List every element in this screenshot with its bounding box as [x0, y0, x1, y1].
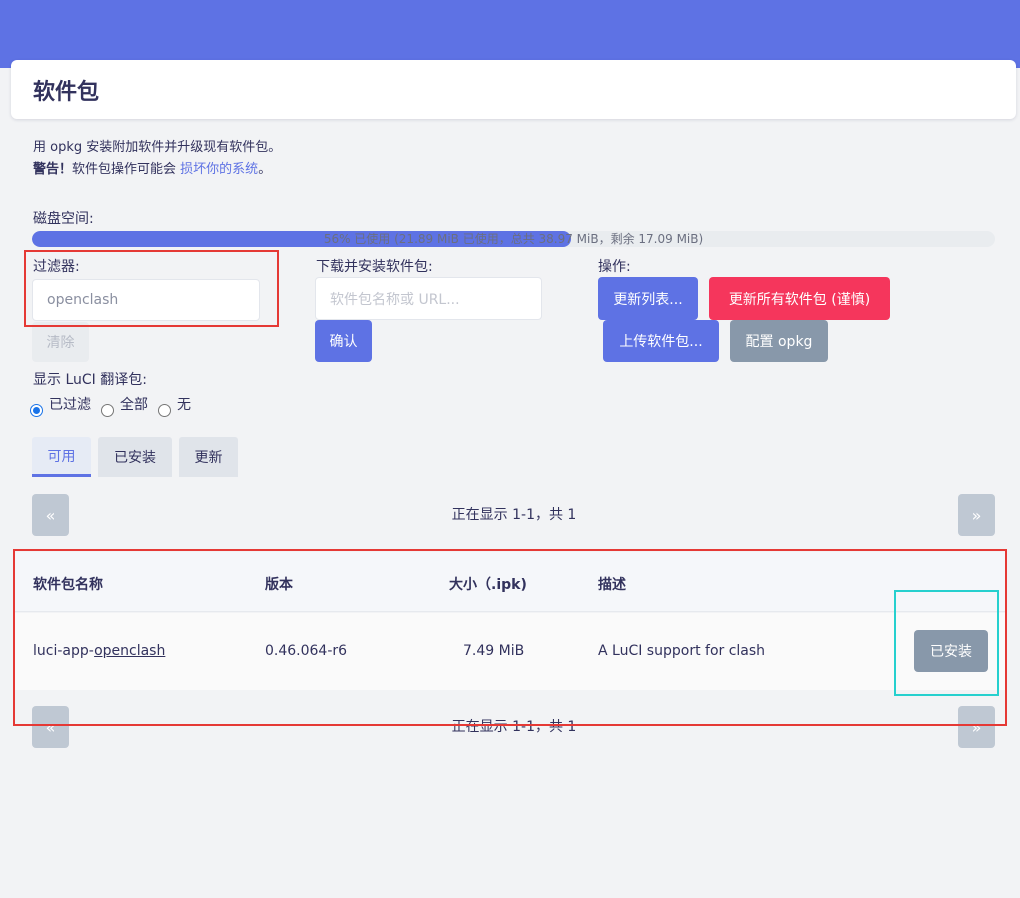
- pager-status-bottom: 正在显示 1-1，共 1: [451, 719, 577, 735]
- warning-suffix: 。: [258, 162, 272, 177]
- radio-all-label: 全部: [120, 396, 148, 413]
- pager-prev-button-top[interactable]: «: [32, 494, 69, 536]
- disk-usage-bar: 56% 已使用 (21.89 MiB 已使用，总共 38.97 MiB，剩余 1…: [32, 231, 995, 247]
- table-header: 软件包名称 版本 大小（.ipk) 描述: [14, 552, 1006, 612]
- confirm-install-button[interactable]: 确认: [315, 320, 372, 362]
- warning-line: 警告！软件包操作可能会 损坏你的系统。: [33, 159, 281, 181]
- warning-text: 软件包操作可能会: [72, 162, 177, 177]
- package-name: luci-app-openclash: [33, 643, 165, 659]
- upgrade-all-button[interactable]: 更新所有软件包 (谨慎): [709, 277, 890, 320]
- pager-status-top: 正在显示 1-1，共 1: [451, 507, 577, 523]
- update-list-button[interactable]: 更新列表...: [598, 277, 698, 320]
- luci-translation-radio-group: 已过滤 全部 无: [30, 390, 201, 417]
- header-band: [0, 0, 1020, 68]
- package-name-prefix: luci-app-: [33, 643, 95, 659]
- installed-status-button[interactable]: 已安装: [914, 630, 988, 672]
- filter-label: 过滤器:: [33, 259, 80, 275]
- column-header-description: 描述: [598, 577, 626, 593]
- filter-input[interactable]: openclash: [32, 279, 260, 321]
- radio-none-label: 无: [177, 396, 191, 413]
- pager-prev-button-bottom[interactable]: «: [32, 706, 69, 748]
- warning-prefix: 警告！: [33, 162, 73, 177]
- clear-filter-button[interactable]: 清除: [32, 322, 89, 362]
- package-size: 7.49 MiB: [463, 643, 525, 659]
- package-version: 0.46.064-r6: [265, 643, 348, 659]
- tab-updates[interactable]: 更新: [179, 437, 238, 477]
- description-line: 用 opkg 安装附加软件并升级现有软件包。: [33, 140, 282, 155]
- column-header-version: 版本: [265, 577, 293, 593]
- upload-package-button[interactable]: 上传软件包...: [603, 320, 719, 362]
- page-description: 用 opkg 安装附加软件并升级现有软件包。 警告！软件包操作可能会 损坏你的系…: [33, 137, 281, 181]
- title-card: 软件包: [11, 60, 1016, 119]
- warning-link[interactable]: 损坏你的系统: [180, 162, 258, 177]
- tab-available[interactable]: 可用: [32, 437, 91, 477]
- disk-usage-text: 56% 已使用 (21.89 MiB 已使用，总共 38.97 MiB，剩余 1…: [323, 232, 704, 246]
- actions-label: 操作:: [598, 259, 631, 275]
- radio-all[interactable]: [101, 404, 114, 417]
- package-url-input[interactable]: 软件包名称或 URL...: [315, 277, 542, 320]
- download-label: 下载并安装软件包:: [316, 259, 433, 275]
- table-row: luci-app-openclash 0.46.064-r6 7.49 MiB …: [14, 613, 1006, 690]
- package-description: A LuCI support for clash: [598, 643, 766, 659]
- pager-next-button-bottom[interactable]: »: [958, 706, 995, 748]
- pager-next-button-top[interactable]: »: [958, 494, 995, 536]
- configure-opkg-button[interactable]: 配置 opkg: [730, 320, 828, 362]
- tab-installed[interactable]: 已安装: [98, 437, 172, 477]
- package-name-match: openclash: [94, 643, 166, 659]
- radio-none[interactable]: [158, 404, 171, 417]
- column-header-size: 大小（.ipk): [449, 577, 527, 593]
- disk-space-label: 磁盘空间:: [33, 211, 94, 227]
- radio-filtered[interactable]: [30, 404, 43, 417]
- radio-filtered-label: 已过滤: [49, 396, 91, 413]
- page-title: 软件包: [33, 79, 100, 105]
- luci-translation-label: 显示 LuCI 翻译包:: [33, 372, 147, 388]
- column-header-name: 软件包名称: [33, 577, 103, 593]
